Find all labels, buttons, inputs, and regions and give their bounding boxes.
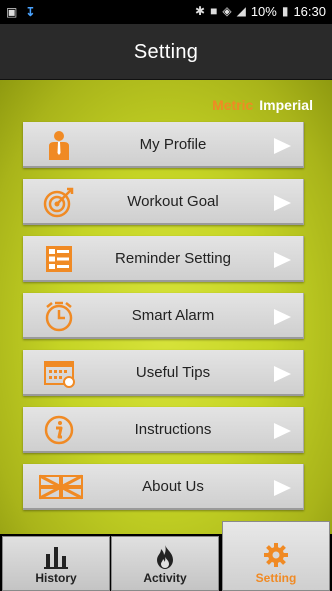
menu-label: Smart Alarm xyxy=(131,307,215,324)
flame-icon xyxy=(157,545,173,569)
alarm-clock-icon xyxy=(45,301,73,332)
menu-label: My Profile xyxy=(139,136,207,153)
status-bar: ▣ ↧ ✱ ■ ◈ ◢ 10% ▮ 16:30 xyxy=(0,0,332,24)
uk-flag-icon xyxy=(39,474,83,500)
menu-item-smart-alarm[interactable]: Smart Alarm xyxy=(23,293,304,339)
bottom-tab-bar: History Activity Setting xyxy=(0,521,332,591)
target-icon xyxy=(43,187,74,218)
menu-item-instructions[interactable]: Instructions xyxy=(23,407,304,453)
info-icon xyxy=(44,415,74,445)
menu-item-my-profile[interactable]: My Profile xyxy=(23,122,304,168)
checklist-icon xyxy=(46,246,72,272)
battery-level: 10% xyxy=(250,3,277,19)
menu-label: Workout Goal xyxy=(127,193,219,210)
menu-label: Reminder Setting xyxy=(115,250,231,267)
download-icon: ↧ xyxy=(25,5,36,19)
arrow-right-icon xyxy=(274,252,291,268)
arrow-right-icon xyxy=(274,195,291,211)
nfc-icon: ■ xyxy=(210,4,218,18)
settings-panel: Metric Imperial My Profile Workout Goal xyxy=(0,80,332,534)
tab-history[interactable]: History xyxy=(2,536,110,591)
menu-label: About Us xyxy=(142,478,204,495)
signal-icon: ◢ xyxy=(236,4,246,18)
arrow-right-icon xyxy=(274,423,291,439)
profile-icon xyxy=(49,131,69,160)
calendar-icon xyxy=(44,361,75,388)
tab-setting[interactable]: Setting xyxy=(222,521,330,591)
bar-chart-icon xyxy=(44,547,68,569)
tab-activity[interactable]: Activity xyxy=(111,536,219,591)
menu-item-workout-goal[interactable]: Workout Goal xyxy=(23,179,304,225)
image-notification-icon: ▣ xyxy=(6,5,18,19)
unit-imperial-option[interactable]: Imperial xyxy=(259,97,313,113)
arrow-right-icon xyxy=(274,480,291,496)
tab-label: History xyxy=(35,571,77,585)
clock: 16:30 xyxy=(293,3,326,19)
menu-item-useful-tips[interactable]: Useful Tips xyxy=(23,350,304,396)
menu-item-about-us[interactable]: About Us xyxy=(23,464,304,510)
battery-icon: ▮ xyxy=(281,4,289,18)
menu-item-reminder-setting[interactable]: Reminder Setting xyxy=(23,236,304,282)
gear-icon xyxy=(264,543,288,567)
arrow-right-icon xyxy=(274,138,291,154)
tab-label: Setting xyxy=(255,571,297,585)
arrow-right-icon xyxy=(274,309,291,325)
app-header: Setting xyxy=(0,24,332,80)
arrow-right-icon xyxy=(274,366,291,382)
tab-label: Activity xyxy=(143,571,187,585)
wifi-icon: ◈ xyxy=(222,4,232,18)
bluetooth-icon: ✱ xyxy=(195,4,206,18)
unit-toggle: Metric Imperial xyxy=(212,97,313,113)
unit-metric-option[interactable]: Metric xyxy=(212,97,253,113)
menu-label: Instructions xyxy=(134,421,212,438)
page-title: Setting xyxy=(133,41,199,63)
menu-label: Useful Tips xyxy=(135,364,211,381)
